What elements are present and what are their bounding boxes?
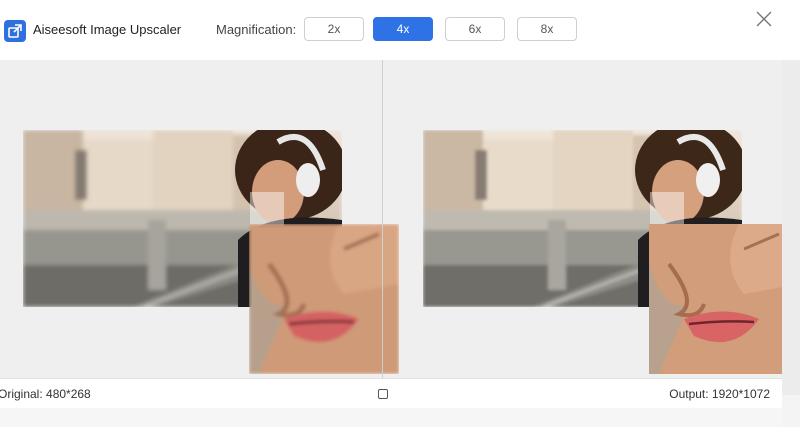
magnification-6x-button[interactable]: 6x: [445, 17, 505, 41]
app-window: Aiseesoft Image Upscaler Magnification: …: [0, 0, 800, 427]
output-zoom-preview: [649, 224, 782, 374]
magnification-label: Magnification:: [216, 22, 297, 37]
app-title: Aiseesoft Image Upscaler: [33, 22, 182, 37]
status-bar: Original: 480*268 Output: 1920*1072: [0, 378, 782, 408]
output-resolution: Output: 1920*1072: [669, 387, 770, 401]
original-zoom-preview: [249, 224, 399, 374]
original-resolution: Original: 480*268: [0, 387, 91, 401]
magnification-4x-button[interactable]: 4x: [373, 17, 433, 41]
close-icon[interactable]: [754, 9, 774, 29]
zoom-lens-indicator[interactable]: [250, 192, 284, 226]
compare-area: [0, 60, 782, 378]
output-zoom-lens-indicator: [650, 192, 684, 226]
bottom-strip: [0, 408, 782, 427]
magnification-2x-button[interactable]: 2x: [304, 17, 364, 41]
vertical-scrollbar[interactable]: [782, 60, 800, 395]
scroll-corner: [782, 395, 800, 427]
upscale-app-icon: [4, 20, 26, 42]
toolbar: Aiseesoft Image Upscaler Magnification: …: [0, 0, 782, 60]
fullscreen-icon[interactable]: [378, 389, 388, 399]
compare-divider[interactable]: [382, 60, 383, 378]
magnification-8x-button[interactable]: 8x: [517, 17, 577, 41]
